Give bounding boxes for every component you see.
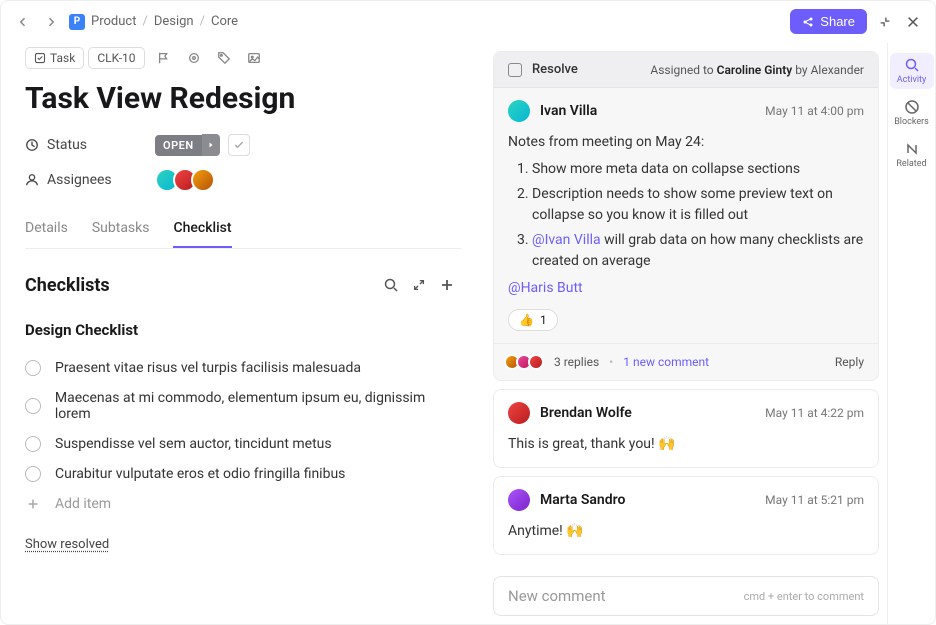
activity-panel: Resolve Assigned to Caroline Ginty by Al… [485, 43, 887, 624]
status-value[interactable]: OPEN [155, 135, 202, 156]
comment-time: May 11 at 4:00 pm [765, 104, 864, 118]
assignee-avatars[interactable] [155, 168, 215, 192]
back-button[interactable] [13, 12, 33, 32]
avatar [508, 100, 530, 122]
mention[interactable]: @Haris Butt [508, 280, 583, 296]
resolve-checkbox[interactable] [508, 63, 522, 77]
avatar[interactable] [191, 168, 215, 192]
assigned-info: Assigned to Caroline Ginty by Alexander [650, 63, 864, 77]
plus-icon [25, 496, 41, 512]
assignees-label: Assignees [25, 172, 155, 188]
check-circle[interactable] [25, 466, 41, 482]
comment-author[interactable]: Brendan Wolfe [540, 405, 632, 421]
reply-button[interactable]: Reply [835, 355, 864, 369]
new-comment-badge[interactable]: 1 new comment [623, 355, 709, 369]
sidebar-related[interactable]: Related [890, 137, 934, 173]
replies-count[interactable]: 3 replies [554, 355, 599, 369]
right-sidebar: Activity Blockers Related [887, 43, 935, 624]
resolve-label[interactable]: Resolve [532, 62, 578, 77]
show-resolved-link[interactable]: Show resolved [25, 537, 109, 552]
tabs: Details Subtasks Checklist [25, 210, 461, 249]
comment-text: Anytime! 🙌 [508, 521, 864, 542]
reaction-button[interactable]: 👍 1 [508, 309, 558, 331]
avatar [508, 489, 530, 511]
task-id-badge[interactable]: CLK-10 [88, 47, 144, 69]
checklist-item[interactable]: Curabitur vulputate eros et odio fringil… [25, 459, 461, 489]
checklists-title: Checklists [25, 275, 377, 296]
breadcrumb-mid[interactable]: Design [154, 14, 194, 29]
comment-thread: Resolve Assigned to Caroline Ginty by Al… [493, 51, 879, 381]
product-icon: P [69, 14, 85, 30]
expand-icon[interactable] [405, 271, 433, 299]
comment-text: This is great, thank you! 🙌 [508, 434, 864, 455]
check-circle[interactable] [25, 436, 41, 452]
image-icon[interactable] [243, 47, 265, 69]
share-button[interactable]: Share [790, 9, 867, 34]
tag-icon[interactable] [213, 47, 235, 69]
tab-subtasks[interactable]: Subtasks [92, 210, 150, 248]
checklist-item[interactable]: Suspendisse vel sem auctor, tincidunt me… [25, 429, 461, 459]
task-type-badge[interactable]: Task [25, 47, 84, 69]
status-next-button[interactable] [202, 134, 220, 156]
share-label: Share [820, 14, 855, 29]
tab-details[interactable]: Details [25, 210, 68, 248]
comment: Brendan Wolfe May 11 at 4:22 pm This is … [493, 389, 879, 468]
top-bar: P Product / Design / Core Share [1, 1, 935, 43]
add-checklist-icon[interactable] [433, 271, 461, 299]
breadcrumb[interactable]: P Product / Design / Core [69, 14, 238, 30]
main-panel: Task CLK-10 Task View Redesign Status OP… [1, 43, 485, 624]
sidebar-activity[interactable]: Activity [890, 53, 934, 89]
status-complete-button[interactable] [228, 134, 250, 156]
close-icon[interactable] [903, 12, 923, 32]
collapse-icon[interactable] [875, 12, 895, 32]
check-circle[interactable] [25, 360, 41, 376]
comment-author[interactable]: Marta Sandro [540, 492, 625, 508]
check-circle[interactable] [25, 398, 41, 414]
status-label: Status [25, 137, 155, 153]
page-title: Task View Redesign [25, 81, 461, 116]
add-item-button[interactable]: Add item [25, 489, 461, 519]
comment-time: May 11 at 5:21 pm [765, 493, 864, 507]
new-comment-input[interactable]: New comment cmd + enter to comment [493, 576, 879, 616]
tab-checklist[interactable]: Checklist [173, 210, 231, 248]
breadcrumb-root[interactable]: Product [91, 14, 136, 29]
mention[interactable]: @Ivan Villa [532, 232, 601, 248]
reply-avatars[interactable] [508, 354, 544, 370]
breadcrumb-leaf[interactable]: Core [211, 14, 238, 29]
search-icon[interactable] [377, 271, 405, 299]
flag-icon[interactable] [153, 47, 175, 69]
comment-text: Notes from meeting on May 24: Show more … [508, 132, 864, 299]
forward-button[interactable] [41, 12, 61, 32]
checklist-name: Design Checklist [25, 321, 461, 339]
comment-author[interactable]: Ivan Villa [540, 103, 597, 119]
avatar [508, 402, 530, 424]
sidebar-blockers[interactable]: Blockers [890, 95, 934, 131]
comment-time: May 11 at 4:22 pm [765, 406, 864, 420]
checklist-item[interactable]: Praesent vitae risus vel turpis facilisi… [25, 353, 461, 383]
comment: Marta Sandro May 11 at 5:21 pm Anytime! … [493, 476, 879, 555]
composer-hint: cmd + enter to comment [744, 590, 864, 603]
checklist-item[interactable]: Maecenas at mi commodo, elementum ipsum … [25, 383, 461, 429]
target-icon[interactable] [183, 47, 205, 69]
